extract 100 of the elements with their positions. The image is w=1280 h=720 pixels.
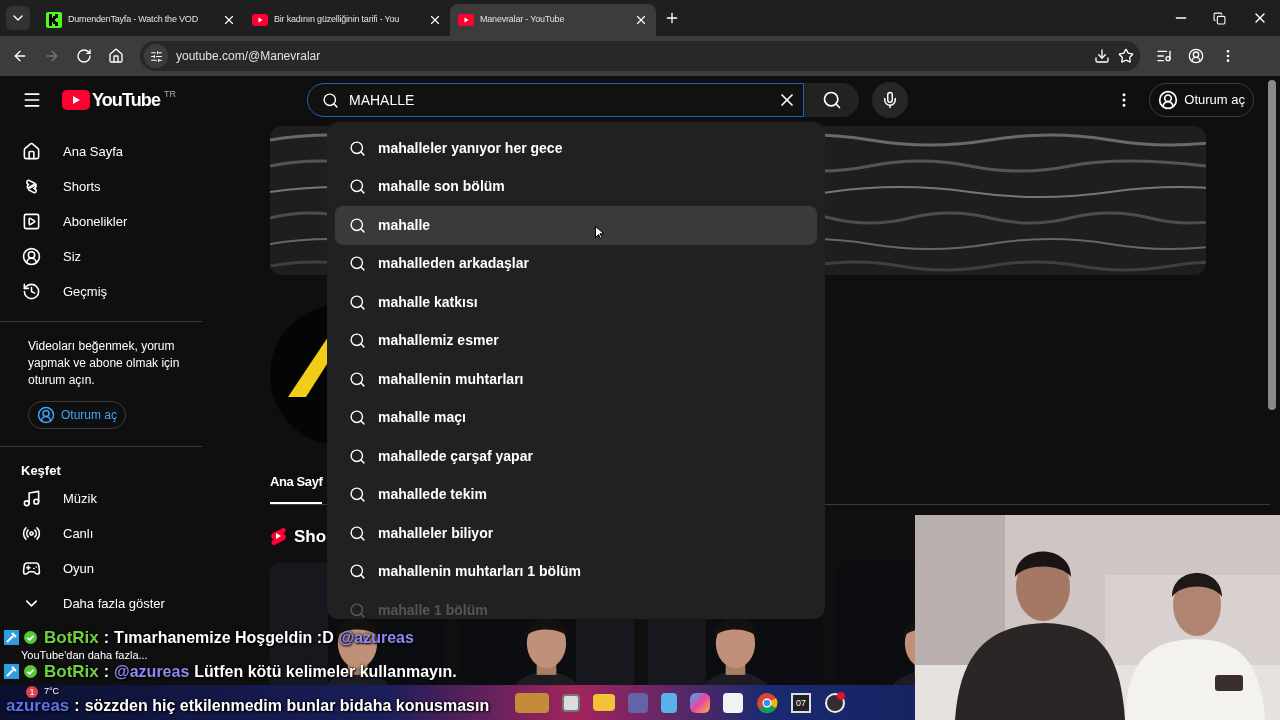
sidebar-icon bbox=[22, 142, 41, 161]
search-field[interactable]: MAHALLE bbox=[307, 83, 804, 117]
search-icon bbox=[349, 563, 366, 581]
scrollbar[interactable] bbox=[1268, 80, 1276, 410]
search-icon bbox=[349, 255, 366, 273]
sidebar-icon bbox=[22, 247, 41, 266]
chat-message: Tımarhanemize Hoşgeldin :D bbox=[114, 628, 334, 647]
youtube-logo-icon[interactable] bbox=[62, 90, 90, 110]
youtube-wordmark: YouTube bbox=[92, 91, 161, 109]
suggestion-item[interactable]: mahallenin muhtarları bbox=[335, 360, 817, 399]
media-icon[interactable] bbox=[1156, 48, 1172, 64]
browser-tab[interactable]: Manevralar - YouTube bbox=[450, 4, 656, 36]
sidebar-item[interactable]: Müzik bbox=[0, 481, 202, 516]
suggestion-item[interactable]: mahallemiz esmer bbox=[335, 321, 817, 360]
reload-icon[interactable] bbox=[76, 48, 92, 64]
app-icon[interactable] bbox=[515, 692, 550, 713]
sidebar-item[interactable]: Ana Sayfa bbox=[0, 134, 202, 169]
folder-icon[interactable] bbox=[593, 694, 616, 711]
back-icon[interactable] bbox=[12, 48, 28, 64]
site-settings-icon[interactable] bbox=[149, 49, 163, 63]
search-icon bbox=[349, 216, 366, 234]
sidebar-icon bbox=[22, 282, 41, 301]
moderator-badge-icon bbox=[4, 664, 19, 679]
new-tab-icon[interactable] bbox=[664, 10, 680, 26]
restore-icon[interactable] bbox=[1213, 11, 1226, 25]
search-button[interactable] bbox=[804, 83, 859, 117]
suggestion-item[interactable]: mahalle bbox=[335, 206, 817, 245]
chat-mention: @azureas bbox=[114, 662, 190, 681]
chat-username: azureas bbox=[6, 696, 70, 715]
search-input[interactable]: MAHALLE bbox=[349, 89, 777, 111]
kick-logo-icon bbox=[46, 12, 62, 28]
search-icon bbox=[349, 409, 366, 427]
channel-tab[interactable]: Ana Sayf bbox=[270, 472, 323, 504]
sidebar-item[interactable]: Canlı bbox=[0, 516, 202, 551]
verified-badge-icon bbox=[24, 631, 37, 644]
browser-tab[interactable]: DumendenTayfa - Watch the VOD bbox=[38, 4, 244, 36]
tab-list-button[interactable] bbox=[6, 6, 30, 30]
moderator-badge-icon bbox=[4, 630, 19, 645]
address-field[interactable]: youtube.com/@Manevralar bbox=[140, 41, 1140, 71]
verified-badge-icon bbox=[24, 665, 37, 678]
search-icon bbox=[349, 139, 366, 157]
shorts-icon bbox=[270, 527, 286, 546]
url-text: youtube.com/@Manevralar bbox=[176, 48, 321, 65]
sidebar-icon bbox=[22, 559, 41, 578]
search-icon bbox=[322, 91, 339, 109]
copilot-icon[interactable] bbox=[690, 692, 711, 713]
store-icon[interactable] bbox=[723, 692, 744, 713]
suggestion-item[interactable]: mahalle katkısı bbox=[335, 283, 817, 322]
chat-message: sözzden hiç etkilenmedim bunlar bidaha konusmasın bbox=[84, 696, 490, 715]
tab-title: DumendenTayfa - Watch the VOD bbox=[68, 13, 198, 27]
chat-separator: : bbox=[103, 662, 110, 681]
account-icon bbox=[1158, 90, 1179, 110]
sidebar-item[interactable]: Daha fazla göster bbox=[0, 586, 202, 621]
suggestion-item[interactable]: mahalleden arkadaşlar bbox=[335, 244, 817, 283]
notification-badge: 1 bbox=[26, 686, 38, 698]
search-icon bbox=[349, 293, 366, 311]
close-icon[interactable] bbox=[634, 13, 648, 27]
suggestion-item[interactable]: mahallenin muhtarları 1 bölüm bbox=[335, 552, 817, 591]
bookmark-icon[interactable] bbox=[1118, 48, 1134, 64]
home-icon[interactable] bbox=[108, 48, 124, 64]
profile-icon[interactable] bbox=[1188, 48, 1204, 64]
notepad-icon[interactable] bbox=[661, 692, 678, 713]
menu-icon[interactable] bbox=[22, 90, 42, 110]
sidebar-icon bbox=[22, 212, 41, 231]
sidebar-item[interactable]: Geçmiş bbox=[0, 274, 202, 309]
weather-text: 7°C bbox=[44, 686, 60, 697]
chat-username: BotRix bbox=[44, 662, 99, 681]
suggestion-item[interactable]: mahallede çarşaf yapar bbox=[335, 437, 817, 476]
chat-separator: : bbox=[74, 696, 80, 715]
close-icon[interactable] bbox=[428, 13, 442, 27]
obs-icon[interactable] bbox=[824, 691, 847, 714]
sidebar-icon bbox=[22, 524, 41, 543]
install-icon[interactable] bbox=[1094, 48, 1110, 64]
shelf-title: Sho bbox=[294, 525, 327, 548]
suggestion-item[interactable]: mahalleler yanıyor her gece bbox=[335, 129, 817, 168]
close-icon[interactable] bbox=[222, 13, 236, 27]
region-code: TR bbox=[164, 88, 177, 101]
sidebar-item[interactable]: Shorts bbox=[0, 169, 202, 204]
tab-title: Manevralar - YouTube bbox=[480, 13, 565, 27]
suggestion-item[interactable]: mahalle maçı bbox=[335, 398, 817, 437]
section-title: YouTube'dan daha fazla... bbox=[21, 649, 148, 661]
search-icon bbox=[349, 486, 366, 504]
task-view-icon[interactable] bbox=[562, 693, 581, 712]
suggestion-item[interactable]: mahalle son bölüm bbox=[335, 167, 817, 206]
sidebar-item[interactable]: Siz bbox=[0, 239, 202, 274]
calendar-icon[interactable]: 07 bbox=[791, 692, 812, 713]
sidebar-item[interactable]: Oyun bbox=[0, 551, 202, 586]
search-icon bbox=[349, 332, 366, 350]
search-icon bbox=[349, 447, 366, 465]
chat-username: BotRix bbox=[44, 628, 99, 647]
sidebar-item[interactable]: Abonelikler bbox=[0, 204, 202, 239]
microphone-icon bbox=[881, 91, 899, 109]
suggestion-item[interactable]: mahalleler biliyor bbox=[335, 514, 817, 553]
browser-tab[interactable]: Bir kadının güzelliğinin tarifi - You bbox=[244, 4, 450, 36]
search-icon bbox=[349, 524, 366, 542]
youtube-logo-icon bbox=[252, 14, 268, 26]
tab-title: Bir kadının güzelliğinin tarifi - You bbox=[274, 13, 400, 27]
chrome-icon[interactable] bbox=[756, 691, 779, 714]
voice-search-button[interactable] bbox=[872, 82, 908, 118]
suggestion-item[interactable]: mahallede tekim bbox=[335, 475, 817, 514]
